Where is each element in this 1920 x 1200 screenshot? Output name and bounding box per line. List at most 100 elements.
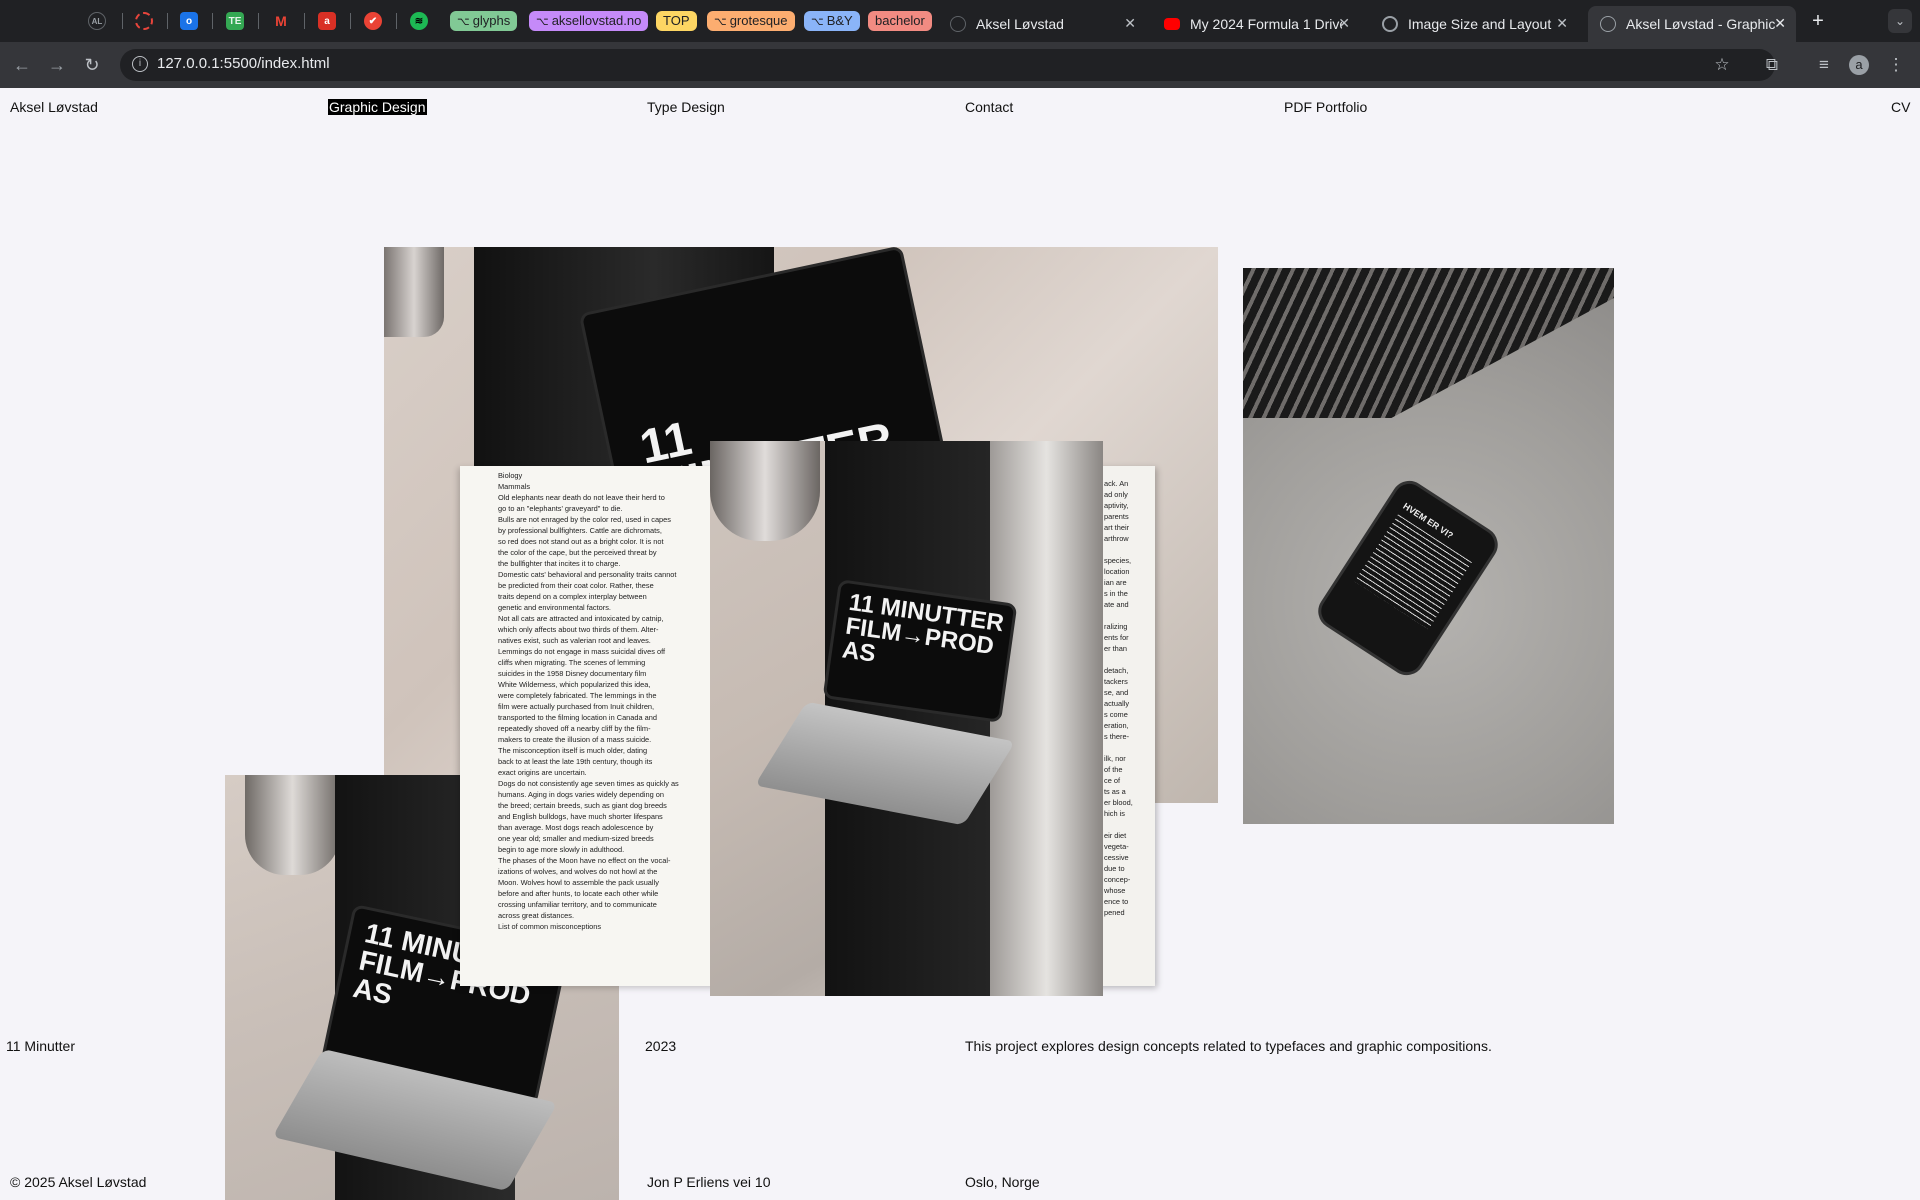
book-text-line: White Wilderness, which popularized this… bbox=[498, 680, 651, 689]
tab-group-bachelor[interactable]: bachelor bbox=[868, 11, 932, 31]
youtube-icon bbox=[1164, 18, 1180, 30]
book-text-line: ilk, nor bbox=[1104, 754, 1126, 763]
extensions-icon[interactable]: ⧉ bbox=[1760, 53, 1784, 77]
pinned-tab-te-icon[interactable]: TE bbox=[226, 12, 244, 30]
book-left-text: Biology Mammals Old elephants near death d… bbox=[498, 470, 718, 932]
tab-group-top[interactable]: TOP bbox=[656, 11, 697, 31]
tab-group-glyphs[interactable]: ⌥ glyphs bbox=[450, 11, 518, 31]
back-arrow-icon[interactable]: ← bbox=[10, 53, 34, 77]
book-text-line: the breed; certain breeds, such as giant… bbox=[498, 801, 667, 810]
book-text-line: repeatedly shoved off a nearby cliff by … bbox=[498, 724, 651, 733]
footer-address: Jon P Erliens vei 10 bbox=[647, 1174, 771, 1190]
tab-search-chevron-icon[interactable]: ⌄ bbox=[1888, 9, 1912, 33]
globe-icon bbox=[1600, 16, 1616, 32]
tab-graphic-design[interactable]: Aksel Løvstad - Graphic D ✕ bbox=[1588, 6, 1796, 42]
forward-arrow-icon[interactable]: → bbox=[45, 53, 69, 77]
project-year: 2023 bbox=[645, 1038, 677, 1054]
portfolio-page: Aksel Løvstad Graphic Design Type Design… bbox=[0, 88, 1920, 1200]
close-tab-icon[interactable]: ✕ bbox=[1124, 15, 1136, 32]
book-text-line: traits depend on a complex interplay bet… bbox=[498, 592, 647, 601]
pinned-tab-outlook-icon[interactable]: o bbox=[180, 12, 198, 30]
book-text-line bbox=[1104, 544, 1144, 555]
book-text-line: begin to age more slowly in adulthood. bbox=[498, 845, 625, 854]
project-photo-phone[interactable]: HVEM ER VI? bbox=[1243, 268, 1614, 824]
tab-aksel-lovstad[interactable]: Aksel Løvstad ✕ bbox=[938, 6, 1146, 42]
tab-group-by[interactable]: ⌥ B&Y bbox=[804, 11, 860, 31]
tab-favicon-icon bbox=[950, 16, 966, 32]
book-text-line: aptivity, bbox=[1104, 501, 1129, 510]
group-branch-icon: ⌥ bbox=[811, 16, 824, 28]
photo-pipe-shape bbox=[245, 775, 340, 875]
nav-cv[interactable]: CV bbox=[1891, 99, 1910, 115]
book-right-text: ack. An ad only aptivity, parents art their a… bbox=[1104, 478, 1144, 918]
book-text-line: pened bbox=[1104, 908, 1125, 917]
divider bbox=[304, 13, 305, 29]
tab-group-aksellovstad[interactable]: ⌥ aksellovstad.no bbox=[529, 11, 649, 31]
book-text-line: natives exist, such as valerian root and… bbox=[498, 636, 651, 645]
book-text-line: be predicted from their coat color. Rath… bbox=[498, 581, 654, 590]
site-info-icon[interactable]: i bbox=[132, 56, 148, 72]
book-text-line: Mammals bbox=[498, 482, 531, 491]
close-tab-icon[interactable]: ✕ bbox=[1774, 15, 1786, 32]
book-text-line: s in the bbox=[1104, 589, 1128, 598]
book-text-line: er blood, bbox=[1104, 798, 1133, 807]
group-branch-icon: ⌥ bbox=[536, 16, 549, 28]
divider bbox=[258, 13, 259, 29]
reload-icon[interactable]: ↻ bbox=[80, 53, 104, 77]
pinned-tab-a-icon[interactable]: a bbox=[318, 12, 336, 30]
book-text-line: whose bbox=[1104, 886, 1126, 895]
pinned-tab-aksel-icon[interactable]: AL bbox=[88, 12, 106, 30]
project-title: 11 Minutter bbox=[6, 1038, 75, 1054]
new-tab-icon[interactable]: + bbox=[1806, 9, 1830, 33]
book-text-line: by professional bullfighters. Cattle are… bbox=[498, 526, 662, 535]
url-text[interactable]: 127.0.0.1:5500/index.html bbox=[157, 55, 330, 72]
divider bbox=[167, 13, 168, 29]
book-text-line: of the bbox=[1104, 765, 1123, 774]
nav-contact[interactable]: Contact bbox=[965, 99, 1013, 115]
book-text-line: Lemmings do not engage in mass suicidal … bbox=[498, 647, 666, 656]
nav-type-design[interactable]: Type Design bbox=[647, 99, 725, 115]
book-text-line: concep- bbox=[1104, 875, 1131, 884]
book-text-line: Biology bbox=[498, 471, 523, 480]
book-text-line: detach, bbox=[1104, 666, 1129, 675]
profile-avatar[interactable]: a bbox=[1849, 55, 1869, 75]
book-text-line: crossing unfamiliar territory, and to co… bbox=[498, 900, 657, 909]
book-text-line: ack. An bbox=[1104, 479, 1129, 488]
book-text-line: than average. Most dogs reach adolescenc… bbox=[498, 823, 654, 832]
book-text-line: eration, bbox=[1104, 721, 1129, 730]
book-inset-laptop-photo: 11 MINUTTER FILM→PROD AS bbox=[710, 441, 1103, 996]
photo-pipe-shape bbox=[710, 441, 820, 541]
book-text-line: arthrow bbox=[1104, 534, 1129, 543]
book-text-line: Moon. Wolves howl to assemble the pack u… bbox=[498, 878, 659, 887]
footer-city: Oslo, Norge bbox=[965, 1174, 1040, 1190]
photo-pipe-shape bbox=[384, 247, 444, 337]
tab-image-size[interactable]: Image Size and Layout ✕ bbox=[1370, 6, 1578, 42]
divider bbox=[212, 13, 213, 29]
bookmark-star-icon[interactable]: ☆ bbox=[1710, 53, 1734, 77]
close-tab-icon[interactable]: ✕ bbox=[1338, 15, 1350, 32]
book-text-line: The phases of the Moon have no effect on… bbox=[498, 856, 671, 865]
pinned-tab-spotify-icon[interactable]: ≋ bbox=[410, 12, 428, 30]
book-text-line: cliffs when migrating. The scenes of lem… bbox=[498, 658, 646, 667]
tab-favicon-icon bbox=[1382, 16, 1398, 32]
book-text-line: art their bbox=[1104, 523, 1130, 532]
divider bbox=[350, 13, 351, 29]
media-control-icon[interactable]: ≡ bbox=[1812, 53, 1836, 77]
book-text-line: ence to bbox=[1104, 897, 1129, 906]
tab-formula1[interactable]: My 2024 Formula 1 Driver ✕ bbox=[1152, 6, 1360, 42]
tab-group-grotesque[interactable]: ⌥ grotesque bbox=[707, 11, 795, 31]
book-text-line bbox=[1104, 742, 1144, 753]
project-photo-book[interactable]: Biology Mammals Old elephants near death d… bbox=[460, 441, 1160, 1071]
book-text-line: ents for bbox=[1104, 633, 1129, 642]
site-name-link[interactable]: Aksel Løvstad bbox=[10, 99, 98, 115]
book-text-line: The misconception itself is much older, … bbox=[498, 746, 648, 755]
address-bar[interactable] bbox=[120, 49, 1775, 81]
nav-pdf-portfolio[interactable]: PDF Portfolio bbox=[1284, 99, 1367, 115]
close-tab-icon[interactable]: ✕ bbox=[1556, 15, 1568, 32]
browser-menu-icon[interactable]: ⋮ bbox=[1884, 53, 1908, 77]
pinned-tab-todoist-icon[interactable]: ✔ bbox=[364, 12, 382, 30]
nav-graphic-design[interactable]: Graphic Design bbox=[328, 99, 427, 115]
book-text-line: exact origins are uncertain. bbox=[498, 768, 587, 777]
pinned-tab-gmail-icon[interactable]: M bbox=[272, 12, 290, 30]
pinned-tab-record-icon[interactable] bbox=[135, 12, 153, 30]
